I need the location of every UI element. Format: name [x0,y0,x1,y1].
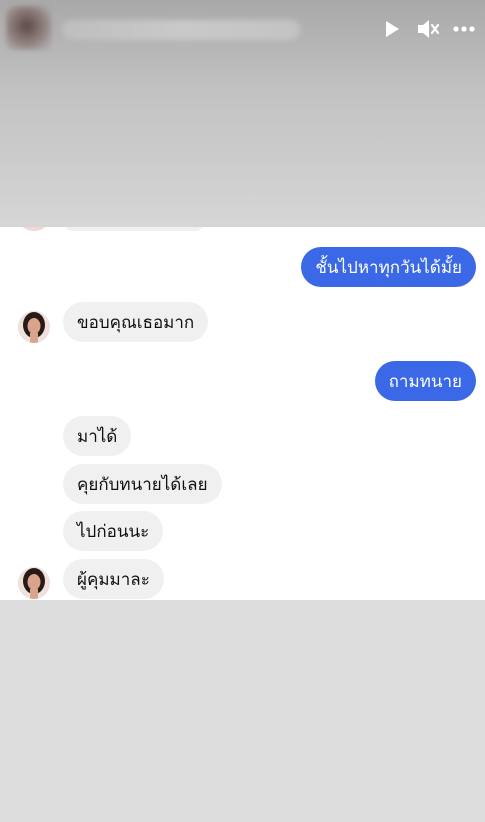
message-bubble-outgoing: ชั้นไปหาทุกวันได้มั้ย [301,247,476,287]
chat-screenshot: ชั้นไปหาทุกวันได้มั้ย ขอบคุณเธอมาก ถามทน… [0,227,485,600]
message-bubble-incoming: ไปก่อนนะ [63,511,164,551]
contact-avatar [18,567,50,599]
story-title-blurred [62,20,300,40]
cut-off-message [64,227,204,231]
message-bubble-incoming: ผู้คุมมาละ [63,559,164,599]
play-icon[interactable] [379,16,405,42]
more-icon[interactable] [451,16,477,42]
message-bubble-incoming: มาได้ [63,416,132,456]
contact-avatar [18,311,50,343]
story-avatar[interactable] [6,6,52,50]
message-bubble-outgoing: ถามทนาย [374,361,476,401]
message-bubble-incoming: ขอบคุณเธอมาก [63,302,209,342]
story-controls [379,15,477,43]
cut-off-avatar [19,227,49,231]
message-bubble-incoming: คุยกับทนายได้เลย [63,464,222,504]
story-header [0,0,485,227]
story-footer-area [0,600,485,822]
muted-speaker-icon[interactable] [415,16,441,42]
